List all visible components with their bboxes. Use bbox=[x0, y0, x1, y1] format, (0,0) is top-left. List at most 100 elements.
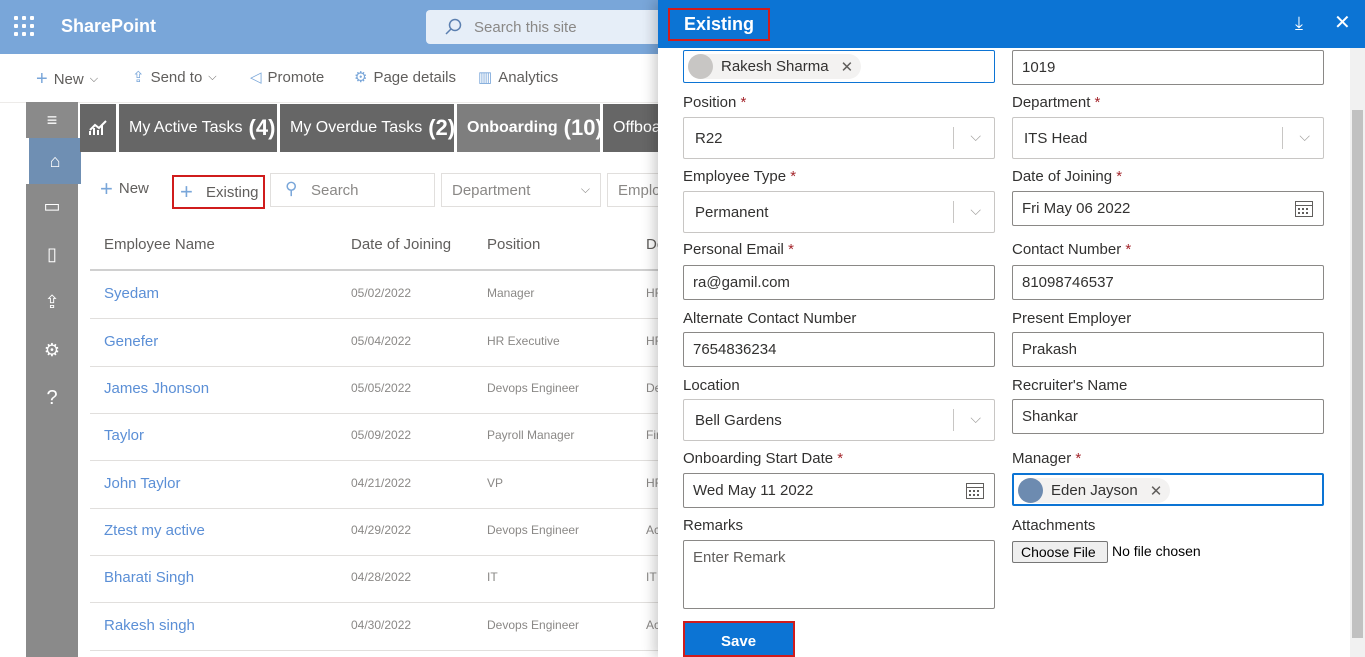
position-cell: Payroll Manager bbox=[487, 428, 575, 442]
employee-people-picker[interactable]: Rakesh Sharma ✕ bbox=[683, 50, 995, 83]
panel-title: Existing bbox=[668, 8, 770, 41]
column-header-date-of-joining[interactable]: Date of Joining bbox=[351, 236, 451, 253]
date-of-joining-picker[interactable]: Fri May 06 2022 bbox=[1012, 191, 1324, 226]
command-bar: + New ⌵ ⇪ Send to ⌵ ◁ Promote ⚙ Page details ▥… bbox=[0, 54, 660, 103]
dashboard-icon[interactable] bbox=[80, 104, 116, 152]
manager-label: Manager * bbox=[1012, 450, 1082, 467]
plus-icon: + bbox=[100, 175, 113, 201]
department-dropdown[interactable]: ITS Head ⌵ bbox=[1012, 117, 1324, 159]
search-placeholder: Search bbox=[311, 182, 359, 199]
department-filter-dropdown[interactable]: Department ⌵ bbox=[441, 173, 601, 207]
location-dropdown[interactable]: Bell Gardens ⌵ bbox=[683, 399, 995, 441]
tab-onboarding[interactable]: Onboarding (10) bbox=[457, 104, 600, 152]
chart-icon bbox=[89, 120, 107, 135]
department-cell: IT bbox=[646, 570, 657, 584]
column-header-employee-name[interactable]: Employee Name bbox=[104, 236, 215, 253]
tab-label: My Overdue Tasks bbox=[290, 119, 423, 136]
employee-search-input[interactable]: ⚲ Search bbox=[270, 173, 435, 207]
position-cell: IT bbox=[487, 570, 498, 584]
remarks-textarea[interactable]: Enter Remark bbox=[683, 540, 995, 609]
chevron-down-icon: ⌵ bbox=[970, 202, 981, 218]
new-label: New bbox=[118, 180, 149, 197]
row-divider bbox=[90, 508, 660, 509]
plus-icon: + bbox=[36, 68, 48, 90]
row-divider bbox=[90, 650, 660, 651]
location-label: Location bbox=[683, 377, 740, 394]
new-menu-button[interactable]: + New ⌵ bbox=[36, 68, 98, 91]
home-icon[interactable]: ⌂ bbox=[26, 138, 81, 184]
close-icon[interactable]: ✕ bbox=[1334, 10, 1351, 35]
remove-person-icon[interactable]: ✕ bbox=[841, 58, 854, 76]
existing-button[interactable]: + Existing bbox=[172, 175, 265, 209]
employee-id-field[interactable]: 1019 bbox=[1012, 50, 1324, 85]
column-header-position[interactable]: Position bbox=[487, 236, 540, 253]
employee-name-link[interactable]: Taylor bbox=[104, 427, 144, 444]
onboarding-start-label: Onboarding Start Date * bbox=[683, 450, 844, 467]
employee-name-link[interactable]: Ztest my active bbox=[104, 522, 205, 539]
remarks-label: Remarks bbox=[683, 517, 744, 534]
tab-label: My Active Tasks bbox=[129, 119, 243, 136]
employee-type-label: Employee Type * bbox=[683, 168, 797, 185]
employee-name-link[interactable]: Rakesh singh bbox=[104, 617, 195, 634]
present-employer-field[interactable]: Prakash bbox=[1012, 332, 1324, 367]
employee-name-link[interactable]: James Jhonson bbox=[104, 380, 209, 397]
promote-button[interactable]: ◁ Promote bbox=[250, 68, 325, 87]
manager-people-picker[interactable]: Eden Jayson ✕ bbox=[1012, 473, 1324, 506]
app-launcher-icon[interactable] bbox=[14, 16, 38, 40]
employee-name-link[interactable]: Syedam bbox=[104, 285, 159, 302]
remove-person-icon[interactable]: ✕ bbox=[1150, 482, 1163, 500]
promote-label: Promote bbox=[267, 68, 325, 86]
site-search-input[interactable]: Search this site bbox=[426, 10, 686, 44]
analytics-button[interactable]: ▥ Analytics bbox=[478, 68, 558, 87]
recruiter-name-label: Recruiter's Name bbox=[1012, 377, 1128, 394]
save-button[interactable]: Save bbox=[683, 621, 795, 657]
position-cell: Manager bbox=[487, 286, 535, 300]
calendar-icon[interactable] bbox=[965, 480, 985, 500]
menu-icon[interactable]: ≡ bbox=[26, 102, 78, 138]
tab-my-active-tasks[interactable]: My Active Tasks (4) bbox=[119, 104, 277, 152]
position-value: R22 bbox=[695, 130, 723, 147]
megaphone-icon: ◁ bbox=[250, 69, 262, 86]
personal-email-field[interactable]: ra@gamil.com bbox=[683, 265, 995, 300]
brand-name[interactable]: SharePoint bbox=[61, 16, 156, 37]
analytics-icon: ▥ bbox=[478, 69, 493, 86]
location-value: Bell Gardens bbox=[695, 412, 782, 429]
employee-name-link[interactable]: John Taylor bbox=[104, 475, 180, 492]
employee-name-link[interactable]: Genefer bbox=[104, 333, 158, 350]
contact-number-field[interactable]: 81098746537 bbox=[1012, 265, 1324, 300]
tab-offboarding[interactable]: Offboa bbox=[603, 104, 660, 152]
existing-label: Existing bbox=[206, 184, 259, 201]
document-icon[interactable]: ▯ bbox=[26, 232, 78, 276]
alternate-contact-field[interactable]: 7654836234 bbox=[683, 332, 995, 367]
recruiter-name-field[interactable]: Shankar bbox=[1012, 399, 1324, 434]
calendar-icon[interactable] bbox=[1294, 198, 1314, 218]
new-employee-button[interactable]: + New bbox=[100, 175, 149, 201]
site-search-placeholder: Search this site bbox=[474, 19, 577, 36]
panel-scrollbar-thumb[interactable] bbox=[1352, 110, 1363, 638]
employee-name-link[interactable]: Bharati Singh bbox=[104, 569, 194, 586]
onboarding-start-picker[interactable]: Wed May 11 2022 bbox=[683, 473, 995, 508]
row-divider bbox=[90, 460, 660, 461]
no-file-text: No file chosen bbox=[1112, 543, 1201, 559]
tab-my-overdue-tasks[interactable]: My Overdue Tasks (2) bbox=[280, 104, 454, 152]
position-cell: Devops Engineer bbox=[487, 381, 580, 395]
settings-gear-icon[interactable]: ⚙ bbox=[26, 328, 78, 372]
row-divider bbox=[90, 318, 660, 319]
feedback-icon[interactable]: ▭ bbox=[26, 184, 78, 228]
position-dropdown[interactable]: R22 ⌵ bbox=[683, 117, 995, 159]
share-icon[interactable]: ⇪ bbox=[26, 280, 78, 324]
department-value: ITS Head bbox=[1024, 130, 1088, 147]
chevron-down-icon: ⌵ bbox=[208, 70, 217, 83]
page-details-button[interactable]: ⚙ Page details bbox=[354, 68, 457, 87]
department-label: Department * bbox=[1012, 94, 1101, 111]
tab-count: (4) bbox=[248, 115, 276, 140]
manager-name: Eden Jayson bbox=[1051, 482, 1138, 499]
choose-file-button[interactable]: Choose File bbox=[1012, 541, 1108, 563]
help-icon[interactable]: ? bbox=[26, 376, 78, 420]
attachments-label: Attachments bbox=[1012, 517, 1096, 534]
send-to-button[interactable]: ⇪ Send to ⌵ bbox=[132, 68, 217, 87]
date-of-joining-cell: 04/29/2022 bbox=[351, 523, 412, 537]
page-details-label: Page details bbox=[373, 68, 457, 86]
download-icon[interactable]: ⤓ bbox=[1295, 13, 1303, 34]
employee-type-dropdown[interactable]: Permanent ⌵ bbox=[683, 191, 995, 233]
